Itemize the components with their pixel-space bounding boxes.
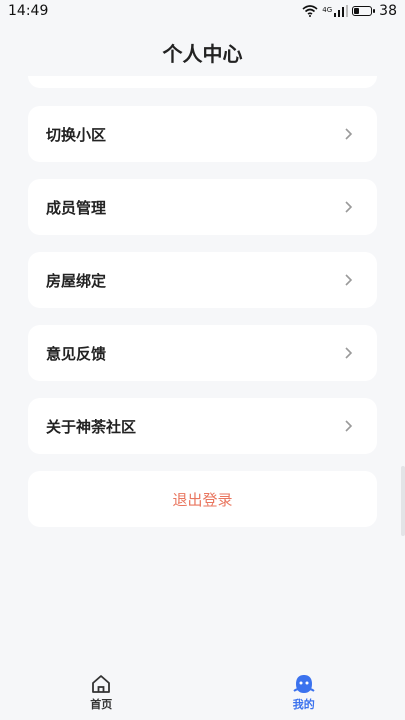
menu-item-label: 房屋绑定 <box>46 271 107 290</box>
chevron-right-icon <box>345 128 353 140</box>
menu-item-feedback[interactable]: 意见反馈 <box>28 325 377 381</box>
chevron-right-icon <box>345 420 353 432</box>
network-type: 4G <box>322 6 333 14</box>
menu-item-house-binding[interactable]: 房屋绑定 <box>28 252 377 308</box>
chevron-right-icon <box>345 201 353 213</box>
tab-mine[interactable]: 我的 <box>203 666 405 720</box>
logout-label: 退出登录 <box>172 490 233 509</box>
menu-item-switch-community[interactable]: 切换小区 <box>28 106 377 162</box>
bottom-tab-bar: 首页 我的 <box>0 666 405 720</box>
menu-item-label: 成员管理 <box>46 198 107 217</box>
tab-home[interactable]: 首页 <box>0 666 203 720</box>
profile-icon <box>293 675 315 693</box>
menu-item-about[interactable]: 关于神荼社区 <box>28 398 377 454</box>
status-bar: 14:49 4G 38 <box>0 0 405 22</box>
status-icons: 4G 38 <box>302 3 397 19</box>
logout-button[interactable]: 退出登录 <box>28 471 377 527</box>
profile-card-edge <box>28 76 377 88</box>
menu-item-member-management[interactable]: 成员管理 <box>28 179 377 235</box>
page-title: 个人中心 <box>162 42 243 66</box>
chevron-right-icon <box>345 347 353 359</box>
battery-level: 38 <box>379 3 397 19</box>
home-icon <box>92 675 111 693</box>
menu-item-label: 关于神荼社区 <box>46 417 137 436</box>
status-time: 14:49 <box>8 3 49 19</box>
signal-icon <box>334 5 349 17</box>
menu-item-label: 切换小区 <box>46 125 107 144</box>
wifi-icon <box>302 5 318 17</box>
menu-item-label: 意见反馈 <box>46 344 107 363</box>
chevron-right-icon <box>345 274 353 286</box>
scrollbar[interactable] <box>401 466 405 536</box>
tab-label: 我的 <box>292 698 315 711</box>
battery-icon <box>352 6 376 16</box>
tab-label: 首页 <box>90 698 113 711</box>
